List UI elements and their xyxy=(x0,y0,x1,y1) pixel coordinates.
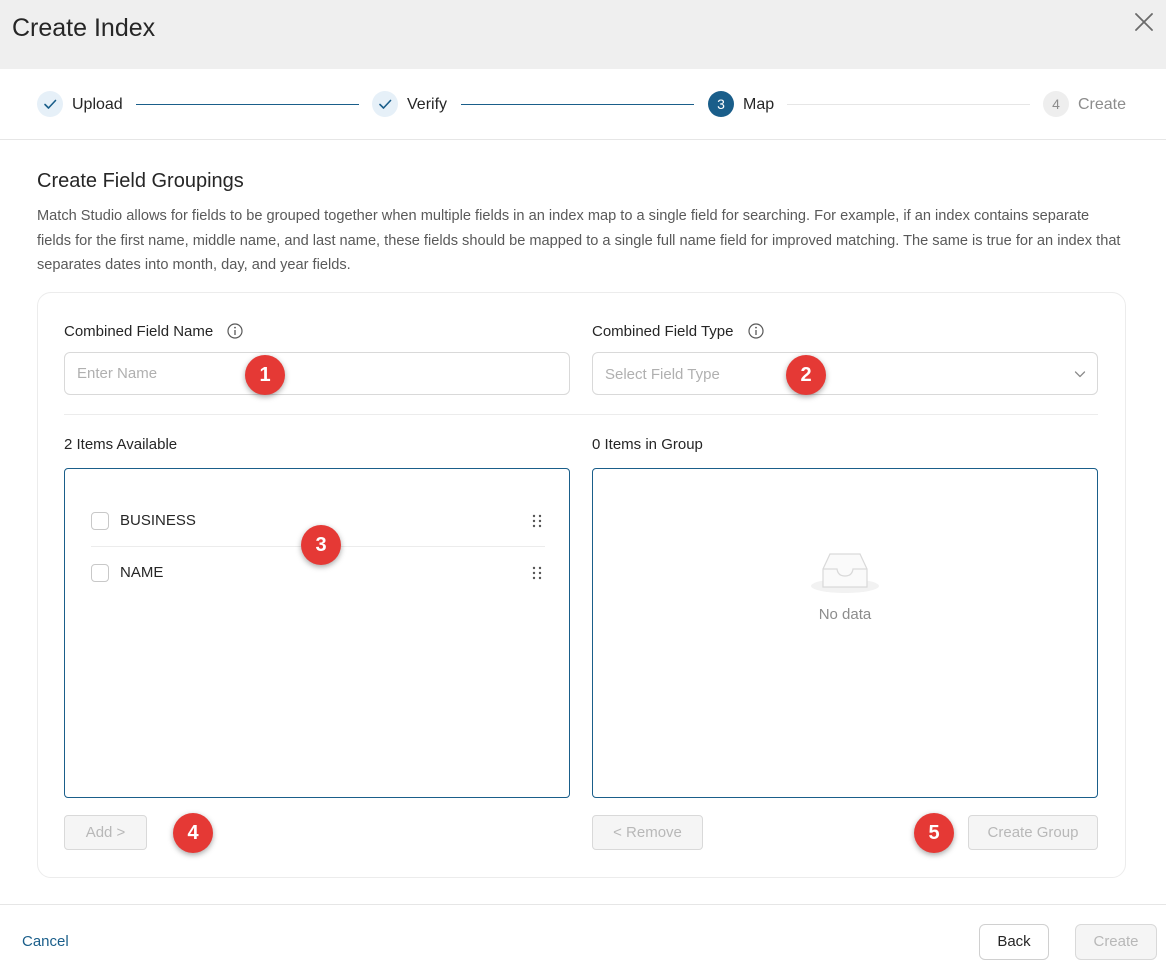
create-group-button[interactable]: Create Group xyxy=(968,815,1098,850)
select-placeholder: Select Field Type xyxy=(605,366,720,383)
annotation-marker: 1 xyxy=(245,355,285,395)
combined-field-type-label: Combined Field Type xyxy=(592,323,734,340)
group-count-label: 0 Items in Group xyxy=(592,436,703,453)
chevron-down-icon xyxy=(1074,371,1086,378)
remove-button[interactable]: < Remove xyxy=(592,815,703,850)
step-verify-check xyxy=(372,91,398,117)
back-button[interactable]: Back xyxy=(979,924,1049,960)
cancel-link[interactable]: Cancel xyxy=(22,933,69,950)
available-count-label: 2 Items Available xyxy=(64,436,178,453)
step-create-number: 4 xyxy=(1043,91,1069,117)
create-button[interactable]: Create xyxy=(1075,924,1157,960)
step-upload-check xyxy=(37,91,63,117)
step-connector xyxy=(136,104,359,105)
info-icon[interactable] xyxy=(227,323,243,339)
form-divider xyxy=(64,414,1098,415)
step-map-number: 3 xyxy=(708,91,734,117)
add-button[interactable]: Add > xyxy=(64,815,147,850)
empty-inbox-icon xyxy=(811,553,879,593)
close-button[interactable] xyxy=(1130,8,1158,36)
drag-handle-icon[interactable] xyxy=(529,512,545,530)
combined-field-name-label: Combined Field Name xyxy=(64,323,214,340)
item-checkbox[interactable] xyxy=(91,564,109,582)
combined-field-name-input[interactable] xyxy=(64,352,570,395)
info-icon[interactable] xyxy=(748,323,764,339)
drag-handle-icon[interactable] xyxy=(529,564,545,582)
step-map-label: Map xyxy=(743,96,775,113)
step-create-label: Create xyxy=(1078,96,1127,113)
group-items-list: No data xyxy=(592,468,1098,798)
section-title: Create Field Groupings xyxy=(37,170,244,192)
combined-field-type-select[interactable]: Select Field Type xyxy=(592,352,1098,395)
annotation-marker: 4 xyxy=(173,813,213,853)
available-items-list: BUSINESS NAME xyxy=(64,468,570,798)
item-label: BUSINESS xyxy=(120,512,196,529)
section-description: Match Studio allows for fields to be gro… xyxy=(37,208,1121,273)
check-icon xyxy=(44,99,57,109)
item-checkbox[interactable] xyxy=(91,512,109,530)
check-icon xyxy=(379,99,392,109)
step-verify-label: Verify xyxy=(407,96,448,113)
step-progress: Upload Verify 3 Map 4 Create xyxy=(0,70,1166,140)
step-connector xyxy=(787,104,1030,105)
dialog-title: Create Index xyxy=(12,14,156,42)
dialog-footer: Cancel Back Create xyxy=(0,904,1166,972)
annotation-marker: 2 xyxy=(786,355,826,395)
annotation-marker: 5 xyxy=(914,813,954,853)
dialog-header: Create Index xyxy=(0,0,1166,69)
annotation-marker: 3 xyxy=(301,525,341,565)
empty-state-text: No data xyxy=(818,606,872,623)
item-label: NAME xyxy=(120,564,164,581)
step-connector xyxy=(461,104,694,105)
close-icon xyxy=(1135,13,1153,31)
step-upload-label: Upload xyxy=(72,96,123,113)
